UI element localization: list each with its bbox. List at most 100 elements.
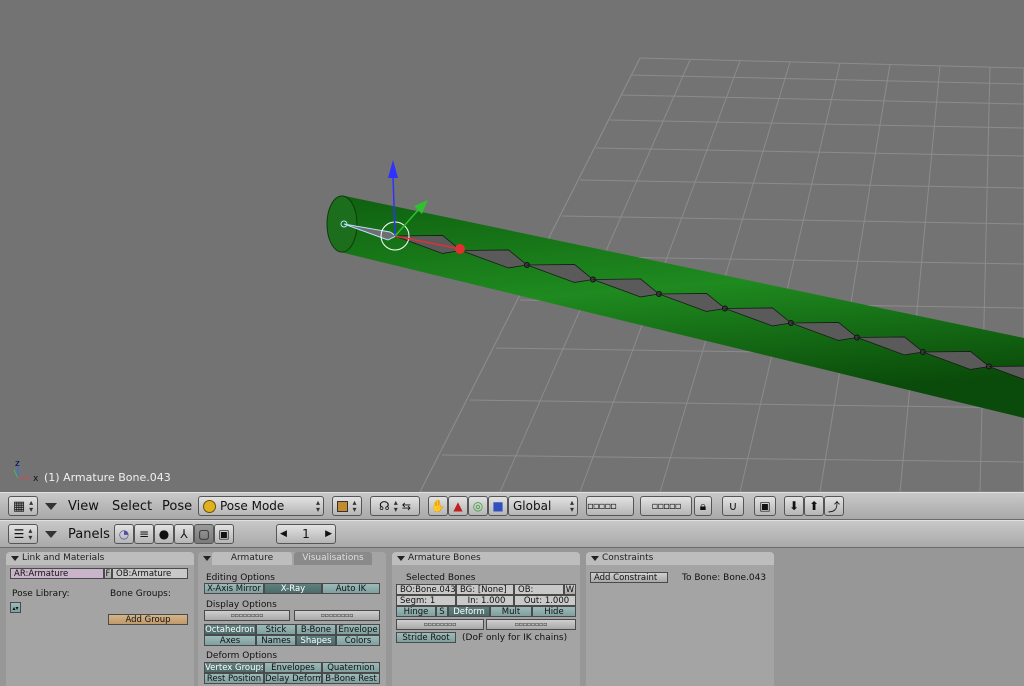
blender-window: x z (1) Armature Bone.043 ▦ ▴ ▾ View Selec… [0, 0, 1024, 686]
script-context-button[interactable]: ≡ [134, 524, 154, 544]
vertex-groups-toggle[interactable]: Vertex Groups [204, 662, 264, 673]
pacman-icon: ◔ [118, 527, 130, 541]
b-bone-rest-toggle[interactable]: B-Bone Rest [322, 673, 380, 684]
scale-manipulator[interactable]: ■ [488, 496, 508, 516]
add-constraint-button[interactable]: Add Constraint [590, 572, 668, 583]
rotate-manipulator[interactable]: ◎ [468, 496, 488, 516]
arrow-up-icon: ⬆ [808, 499, 820, 513]
stick-toggle[interactable]: Stick [256, 624, 296, 635]
b-bone-toggle[interactable]: B-Bone [296, 624, 336, 635]
paste-pose-button[interactable]: ⬆ [804, 496, 824, 516]
square-icon: ■ [492, 499, 504, 513]
object-context-button[interactable]: ⅄ [174, 524, 194, 544]
shapes-toggle[interactable]: Shapes [296, 635, 336, 646]
hinge-toggle[interactable]: Hinge [396, 606, 436, 617]
panel-header[interactable]: Armature Bones [392, 552, 580, 565]
pivot-icon: ☊ [379, 499, 390, 513]
armature-layers-1[interactable]: ▫▫▫▫▫▫▫▫ [204, 610, 290, 621]
chevron-right-icon: ▶ [325, 529, 332, 539]
editor-type-button[interactable]: ☰ ▴ ▾ [8, 524, 38, 544]
layers-icon: ▫▫▫▫▫ [651, 500, 682, 512]
quaternion-toggle[interactable]: Quaternion [322, 662, 380, 673]
menu-view[interactable]: View [68, 499, 99, 514]
layer-buttons-2[interactable]: ▫▫▫▫▫ [640, 496, 692, 516]
selected-bones-label: Selected Bones [406, 573, 476, 583]
editor-type-button[interactable]: ▦ ▴ ▾ [8, 496, 38, 516]
script-icon: ≡ [138, 527, 150, 541]
child-object-field[interactable]: OB: [514, 584, 564, 595]
tab-visualisations[interactable]: Visualisations [294, 552, 372, 565]
delay-deform-toggle[interactable]: Delay Deform [264, 673, 322, 684]
snap-button[interactable]: ∪ [722, 496, 744, 516]
3d-view-header: ▦ ▴ ▾ View Select Pose Pose Mode ▴ ▾ ▴ ▾ ☊ ▴ ▾… [0, 492, 1024, 520]
arrows-icon: ⇆ [401, 499, 411, 513]
hide-toggle[interactable]: Hide [532, 606, 576, 617]
object-name-field[interactable]: OB:Armature [112, 568, 188, 579]
names-toggle[interactable]: Names [256, 635, 296, 646]
bone-groups-label: Bone Groups: [110, 589, 171, 599]
stride-root-toggle[interactable]: Stride Root [396, 632, 456, 643]
armature-layers-2[interactable]: ▫▫▫▫▫▫▫▫ [294, 610, 380, 621]
x-ray-toggle[interactable]: X-Ray [264, 583, 322, 594]
pivot-select[interactable]: ☊ ▴ ▾ ⇆ [370, 496, 420, 516]
armature-data-field[interactable]: AR:Armature [10, 568, 104, 579]
envelopes-toggle[interactable]: Envelopes [264, 662, 322, 673]
lock-layers-button[interactable]: 🔒︎ [694, 496, 712, 516]
pose-library-browse[interactable]: ▴▾ [10, 602, 21, 613]
mult-toggle[interactable]: Mult [490, 606, 532, 617]
paste-flipped-button[interactable]: ⤴ [824, 496, 844, 516]
translate-manipulator[interactable]: ▲ [448, 496, 468, 516]
axes-toggle[interactable]: Axes [204, 635, 256, 646]
panel-header[interactable]: Link and Materials [6, 552, 194, 565]
green-cylinder[interactable] [326, 195, 1024, 418]
x-axis-mirror-toggle[interactable]: X-Axis Mirror [204, 583, 264, 594]
bone-layers-1[interactable]: ▫▫▫▫▫▫▫▫ [396, 619, 484, 630]
image-icon: ▣ [759, 499, 771, 513]
pose-mode-icon [203, 499, 216, 513]
deform-toggle[interactable]: Deform [448, 606, 490, 617]
render-button[interactable]: ▣ [754, 496, 776, 516]
tab-armature[interactable]: Armature [212, 552, 292, 565]
frame-counter[interactable]: ◀ 1 ▶ [276, 524, 336, 544]
fake-user-button[interactable]: F [104, 568, 112, 579]
3d-viewport[interactable]: x z (1) Armature Bone.043 [0, 0, 1024, 492]
octahedron-toggle[interactable]: Octahedron [204, 624, 256, 635]
bone-layers-2[interactable]: ▫▫▫▫▫▫▫▫ [486, 619, 576, 630]
sphere-icon: ● [158, 527, 170, 541]
scene-context-button[interactable]: ▣ [214, 524, 234, 544]
dof-note: (DoF only for IK chains) [462, 633, 568, 643]
collapse-menu-icon[interactable] [45, 503, 57, 510]
cube-icon [337, 500, 349, 512]
auto-ik-toggle[interactable]: Auto IK [322, 583, 380, 594]
logic-context-button[interactable]: ◔ [114, 524, 134, 544]
panel-header[interactable]: Constraints [586, 552, 774, 565]
menu-pose[interactable]: Pose [162, 499, 192, 514]
ease-out-field[interactable]: Out: 1.000 [514, 595, 576, 606]
shading-context-button[interactable]: ● [154, 524, 174, 544]
ease-in-field[interactable]: In: 1.000 [456, 595, 514, 606]
manipulator-toggle[interactable]: ✋ [428, 496, 448, 516]
panels-label[interactable]: Panels [68, 527, 110, 542]
editing-context-button[interactable]: ▢ [194, 524, 214, 544]
copy-pose-button[interactable]: ⬇ [784, 496, 804, 516]
draw-type-select[interactable]: ▴ ▾ [332, 496, 362, 516]
add-group-button[interactable]: Add Group [108, 614, 188, 625]
colors-toggle[interactable]: Colors [336, 635, 380, 646]
triangle-icon: ▲ [453, 499, 463, 513]
envelope-toggle[interactable]: Envelope [336, 624, 380, 635]
layer-buttons-1[interactable]: ▫▫▫▫▫ [586, 496, 634, 516]
svg-text:z: z [15, 459, 20, 469]
bone-name-field[interactable]: BO:Bone.043 [396, 584, 456, 595]
constraints-panel: Constraints Add Constraint To Bone: Bone… [586, 552, 774, 686]
orientation-select[interactable]: Global ▴ ▾ [508, 496, 578, 516]
mode-select[interactable]: Pose Mode ▴ ▾ [198, 496, 324, 516]
rest-position-toggle[interactable]: Rest Position [204, 673, 264, 684]
collapse-menu-icon[interactable] [45, 531, 57, 538]
menu-select[interactable]: Select [112, 499, 152, 514]
circle-icon: ◎ [472, 499, 484, 513]
w-button[interactable]: W [564, 584, 576, 595]
updown-icon: ▴▾ [12, 605, 19, 612]
bone-group-field[interactable]: BG: [None] [456, 584, 514, 595]
segments-field[interactable]: Segm: 1 [396, 595, 456, 606]
s-toggle[interactable]: S [436, 606, 448, 617]
